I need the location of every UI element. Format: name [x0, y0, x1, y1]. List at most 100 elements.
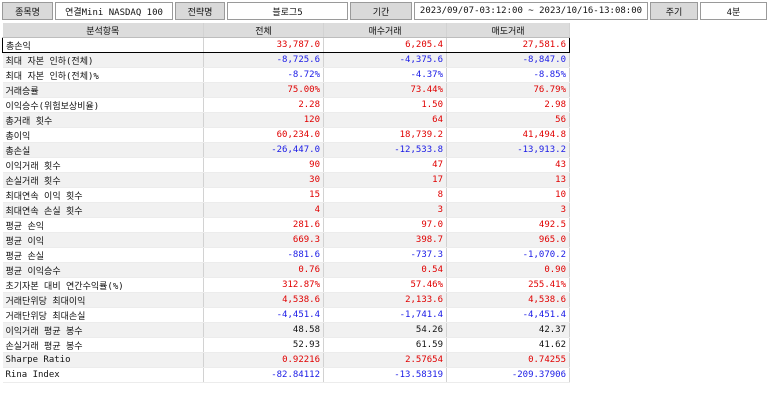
sell-value: 0.74255 — [446, 352, 570, 368]
table-row[interactable]: 최대연속 손실 횟수 4 3 3 — [2, 202, 570, 218]
sell-value: 0.90 — [446, 262, 570, 278]
total-value: 4 — [203, 202, 324, 218]
sell-value: 2.98 — [446, 97, 570, 113]
total-value: 120 — [203, 112, 324, 128]
buy-value: 398.7 — [323, 232, 447, 248]
buy-value: 47 — [323, 157, 447, 173]
table-header-row: 분석항목 전체 매수거래 매도거래 — [2, 23, 570, 38]
buy-value: 17 — [323, 172, 447, 188]
table-row[interactable]: 최대연속 이익 횟수 15 8 10 — [2, 187, 570, 203]
sell-value: 3 — [446, 202, 570, 218]
total-value: -881.6 — [203, 247, 324, 263]
sell-value: 76.79% — [446, 82, 570, 98]
buy-value: 61.59 — [323, 337, 447, 353]
column-header-item[interactable]: 분석항목 — [2, 23, 204, 38]
sell-value: -209.37906 — [446, 367, 570, 383]
table-row[interactable]: 총거래 횟수 120 64 56 — [2, 112, 570, 128]
total-value: 75.00% — [203, 82, 324, 98]
total-value: 90 — [203, 157, 324, 173]
buy-value: 6,205.4 — [323, 37, 447, 53]
sell-value: 41.62 — [446, 337, 570, 353]
table-row[interactable]: 총손익 33,787.0 6,205.4 27,581.6 — [2, 37, 570, 53]
row-label: 손실거래 횟수 — [2, 172, 204, 188]
table-row[interactable]: 평균 이익승수 0.76 0.54 0.90 — [2, 262, 570, 278]
row-label: Sharpe Ratio — [2, 352, 204, 368]
buy-value: -13.58319 — [323, 367, 447, 383]
buy-value: 0.54 — [323, 262, 447, 278]
row-label: 거래승률 — [2, 82, 204, 98]
table-row[interactable]: 최대 자본 인하(전체)% -8.72% -4.37% -8.85% — [2, 67, 570, 83]
table-row[interactable]: 이익거래 횟수 90 47 43 — [2, 157, 570, 173]
item-label: 종목명 — [2, 2, 53, 20]
row-label: 손실거래 평균 봉수 — [2, 337, 204, 353]
buy-value: -12,533.8 — [323, 142, 447, 158]
buy-value: 2,133.6 — [323, 292, 447, 308]
total-value: 15 — [203, 187, 324, 203]
table-row[interactable]: 이익거래 평균 봉수 48.58 54.26 42.37 — [2, 322, 570, 338]
total-value: 2.28 — [203, 97, 324, 113]
row-label: 최대연속 이익 횟수 — [2, 187, 204, 203]
buy-value: 54.26 — [323, 322, 447, 338]
row-label: 평균 이익 — [2, 232, 204, 248]
total-value: 30 — [203, 172, 324, 188]
table-row[interactable]: 총이익 60,234.0 18,739.2 41,494.8 — [2, 127, 570, 143]
cycle-label: 주기 — [650, 2, 698, 20]
row-label: Rina Index — [2, 367, 204, 383]
buy-value: 73.44% — [323, 82, 447, 98]
row-label: 총손익 — [2, 37, 204, 53]
row-label: 이익승수(위험보상비율) — [2, 97, 204, 113]
table-row[interactable]: 평균 손익 281.6 97.0 492.5 — [2, 217, 570, 233]
buy-value: 18,739.2 — [323, 127, 447, 143]
sell-value: 42.37 — [446, 322, 570, 338]
analysis-table: 분석항목 전체 매수거래 매도거래 총손익 33,787.0 6,205.4 27,5… — [2, 23, 570, 383]
table-row[interactable]: 최대 자본 인하(전체) -8,725.6 -4,375.6 -8,847.0 — [2, 52, 570, 68]
table-row[interactable]: 거래승률 75.00% 73.44% 76.79% — [2, 82, 570, 98]
strategy-label: 전략명 — [175, 2, 225, 20]
row-label: 최대 자본 인하(전체) — [2, 52, 204, 68]
sell-value: -4,451.4 — [446, 307, 570, 323]
total-value: 48.58 — [203, 322, 324, 338]
cycle-value[interactable]: 4분 — [700, 2, 767, 20]
sell-value: 4,538.6 — [446, 292, 570, 308]
table-row[interactable]: 거래단위당 최대손실 -4,451.4 -1,741.4 -4,451.4 — [2, 307, 570, 323]
column-header-total[interactable]: 전체 — [203, 23, 324, 38]
total-value: 52.93 — [203, 337, 324, 353]
row-label: 평균 이익승수 — [2, 262, 204, 278]
table-row[interactable]: Rina Index -82.84112 -13.58319 -209.37906 — [2, 367, 570, 383]
total-value: 0.92216 — [203, 352, 324, 368]
sell-value: -1,070.2 — [446, 247, 570, 263]
sell-value: 965.0 — [446, 232, 570, 248]
total-value: 669.3 — [203, 232, 324, 248]
column-header-buy[interactable]: 매수거래 — [323, 23, 447, 38]
buy-value: 1.50 — [323, 97, 447, 113]
strategy-value[interactable]: 블로그5 — [227, 2, 348, 20]
table-row[interactable]: 거래단위당 최대이익 4,538.6 2,133.6 4,538.6 — [2, 292, 570, 308]
period-value[interactable]: 2023/09/07-03:12:00 ~ 2023/10/16-13:08:0… — [414, 2, 648, 20]
total-value: 0.76 — [203, 262, 324, 278]
column-header-sell[interactable]: 매도거래 — [446, 23, 570, 38]
table-row[interactable]: 이익승수(위험보상비율) 2.28 1.50 2.98 — [2, 97, 570, 113]
item-value[interactable]: 연결Mini NASDAQ 100 — [55, 2, 173, 20]
table-row[interactable]: 평균 이익 669.3 398.7 965.0 — [2, 232, 570, 248]
table-row[interactable]: Sharpe Ratio 0.92216 2.57654 0.74255 — [2, 352, 570, 368]
buy-value: -1,741.4 — [323, 307, 447, 323]
buy-value: 2.57654 — [323, 352, 447, 368]
total-value: -4,451.4 — [203, 307, 324, 323]
row-label: 거래단위당 최대이익 — [2, 292, 204, 308]
row-label: 이익거래 평균 봉수 — [2, 322, 204, 338]
row-label: 초기자본 대비 연간수익률(%) — [2, 277, 204, 293]
table-row[interactable]: 평균 손실 -881.6 -737.3 -1,070.2 — [2, 247, 570, 263]
sell-value: 10 — [446, 187, 570, 203]
buy-value: 8 — [323, 187, 447, 203]
sell-value: 492.5 — [446, 217, 570, 233]
table-row[interactable]: 총손실 -26,447.0 -12,533.8 -13,913.2 — [2, 142, 570, 158]
total-value: 312.87% — [203, 277, 324, 293]
total-value: -82.84112 — [203, 367, 324, 383]
row-label: 최대연속 손실 횟수 — [2, 202, 204, 218]
table-row[interactable]: 손실거래 횟수 30 17 13 — [2, 172, 570, 188]
table-row[interactable]: 손실거래 평균 봉수 52.93 61.59 41.62 — [2, 337, 570, 353]
table-row[interactable]: 초기자본 대비 연간수익률(%) 312.87% 57.46% 255.41% — [2, 277, 570, 293]
row-label: 최대 자본 인하(전체)% — [2, 67, 204, 83]
buy-value: 97.0 — [323, 217, 447, 233]
period-label: 기간 — [350, 2, 412, 20]
